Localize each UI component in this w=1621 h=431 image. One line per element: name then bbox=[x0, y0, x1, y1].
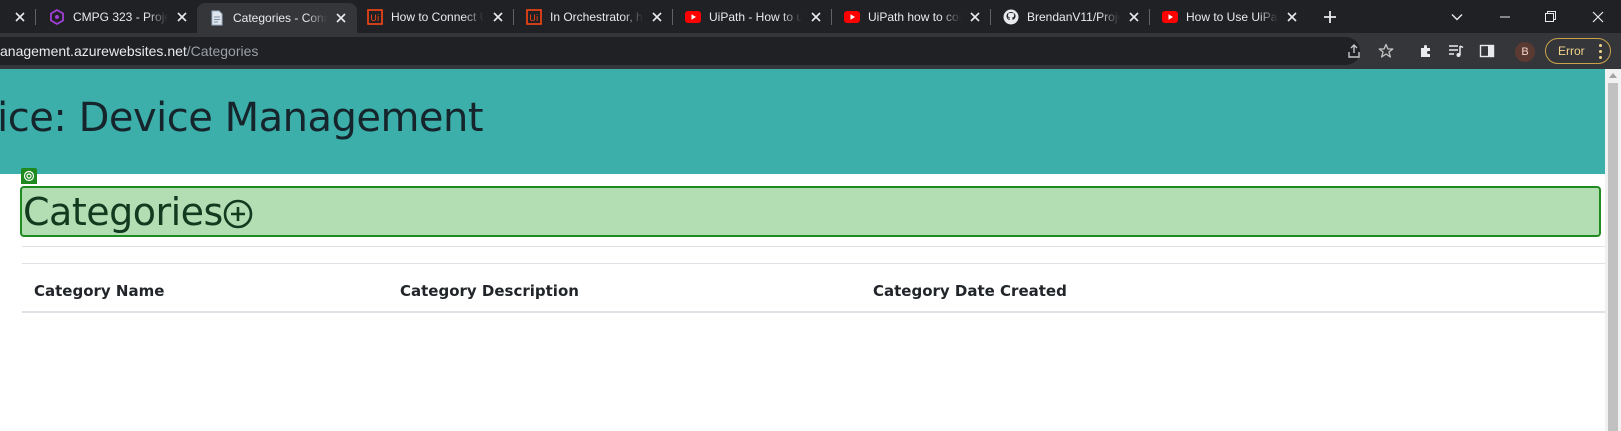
url-path: /Categories bbox=[186, 43, 259, 59]
youtube-icon bbox=[1162, 9, 1178, 25]
element-picker-target-icon bbox=[21, 168, 37, 184]
profile-avatar[interactable]: B bbox=[1515, 42, 1535, 62]
uipath-icon: Ui bbox=[367, 8, 383, 25]
browser-tab-1[interactable]: CMPG 323 - Project bbox=[37, 0, 198, 33]
youtube-icon bbox=[685, 9, 701, 25]
close-icon[interactable] bbox=[967, 9, 983, 25]
tab-title: CMPG 323 - Project bbox=[73, 9, 168, 24]
table-header-bottom-border bbox=[22, 311, 1605, 313]
error-label: Error bbox=[1558, 44, 1585, 58]
close-icon[interactable] bbox=[490, 9, 506, 25]
url-text: anagement.azurewebsites.net/Categories bbox=[0, 43, 258, 59]
close-icon[interactable] bbox=[174, 9, 190, 25]
side-panel-icon[interactable] bbox=[1477, 41, 1497, 61]
tab-title: UiPath how to connect bbox=[868, 9, 961, 24]
minimize-icon[interactable] bbox=[1485, 0, 1525, 33]
more-vertical-icon bbox=[1599, 44, 1603, 59]
uipath-icon: Ui bbox=[526, 8, 542, 25]
vertical-scrollbar[interactable] bbox=[1605, 69, 1621, 431]
add-category-plus-circle-icon[interactable] bbox=[222, 198, 254, 230]
table-top-border bbox=[22, 263, 1605, 264]
browser-tab-5[interactable]: UiPath - How to use bbox=[673, 0, 832, 33]
address-bar[interactable]: anagement.azurewebsites.net/Categories bbox=[0, 37, 1360, 65]
close-icon[interactable] bbox=[808, 9, 824, 25]
error-status-button[interactable]: Error bbox=[1545, 38, 1611, 64]
page-viewport: ffice: Device Management Categories Cate… bbox=[0, 69, 1605, 431]
tab-search-chevron-down-icon[interactable] bbox=[1437, 0, 1477, 33]
divider bbox=[22, 246, 1605, 247]
column-header-category-name: Category Name bbox=[34, 282, 165, 300]
media-queue-icon[interactable] bbox=[1446, 41, 1466, 61]
close-icon[interactable] bbox=[12, 9, 28, 25]
site-header-banner: ffice: Device Management bbox=[0, 69, 1605, 174]
tab-title: UiPath - How to use bbox=[709, 9, 802, 24]
tab-title: In Orchestrator, how bbox=[550, 9, 643, 24]
column-header-category-description: Category Description bbox=[400, 282, 579, 300]
page-title: Categories bbox=[23, 190, 223, 234]
close-icon[interactable] bbox=[649, 9, 665, 25]
teams-icon bbox=[49, 8, 65, 25]
browser-tab-2-active[interactable]: Categories - ConnectedOffice bbox=[197, 3, 357, 33]
element-highlight-box bbox=[20, 186, 1601, 237]
youtube-icon bbox=[844, 9, 860, 25]
close-icon[interactable] bbox=[1126, 9, 1142, 25]
browser-tab-7[interactable]: BrendanV11/Project bbox=[991, 0, 1150, 33]
browser-tab-4[interactable]: Ui In Orchestrator, how bbox=[514, 0, 673, 33]
restore-window-icon[interactable] bbox=[1530, 0, 1570, 33]
tab-title: How to Connect UiPath bbox=[391, 9, 484, 24]
document-icon bbox=[209, 10, 225, 26]
browser-toolbar: anagement.azurewebsites.net/Categories B… bbox=[0, 33, 1621, 69]
tab-title: Categories - ConnectedOffice bbox=[233, 11, 327, 25]
github-icon bbox=[1003, 9, 1019, 25]
browser-tab-3[interactable]: Ui How to Connect UiPath bbox=[355, 0, 514, 33]
new-tab-plus-icon[interactable] bbox=[1319, 6, 1341, 28]
tab-title: How to Use UiPath bbox=[1186, 9, 1278, 24]
scrollbar-thumb[interactable] bbox=[1608, 83, 1618, 431]
close-window-icon[interactable] bbox=[1578, 0, 1618, 33]
bookmark-star-icon[interactable] bbox=[1376, 41, 1396, 61]
scroll-up-arrow-icon[interactable] bbox=[1609, 73, 1617, 78]
svg-text:Ui: Ui bbox=[370, 14, 379, 24]
browser-tab-8[interactable]: How to Use UiPath bbox=[1150, 0, 1308, 33]
close-icon[interactable] bbox=[333, 10, 349, 26]
close-icon[interactable] bbox=[1284, 9, 1300, 25]
extensions-puzzle-icon[interactable] bbox=[1416, 41, 1436, 61]
share-icon[interactable] bbox=[1344, 41, 1364, 61]
svg-text:Ui: Ui bbox=[529, 14, 538, 24]
url-host: anagement.azurewebsites.net bbox=[0, 43, 187, 59]
browser-tab-strip: CMPG 323 - Project Categories - Connecte… bbox=[0, 0, 1621, 33]
column-header-category-date-created: Category Date Created bbox=[873, 282, 1067, 300]
browser-tab-0[interactable] bbox=[0, 0, 36, 33]
browser-tab-6[interactable]: UiPath how to connect bbox=[832, 0, 991, 33]
tab-title: BrendanV11/Project bbox=[1027, 9, 1120, 24]
site-title: ffice: Device Management bbox=[0, 95, 484, 141]
